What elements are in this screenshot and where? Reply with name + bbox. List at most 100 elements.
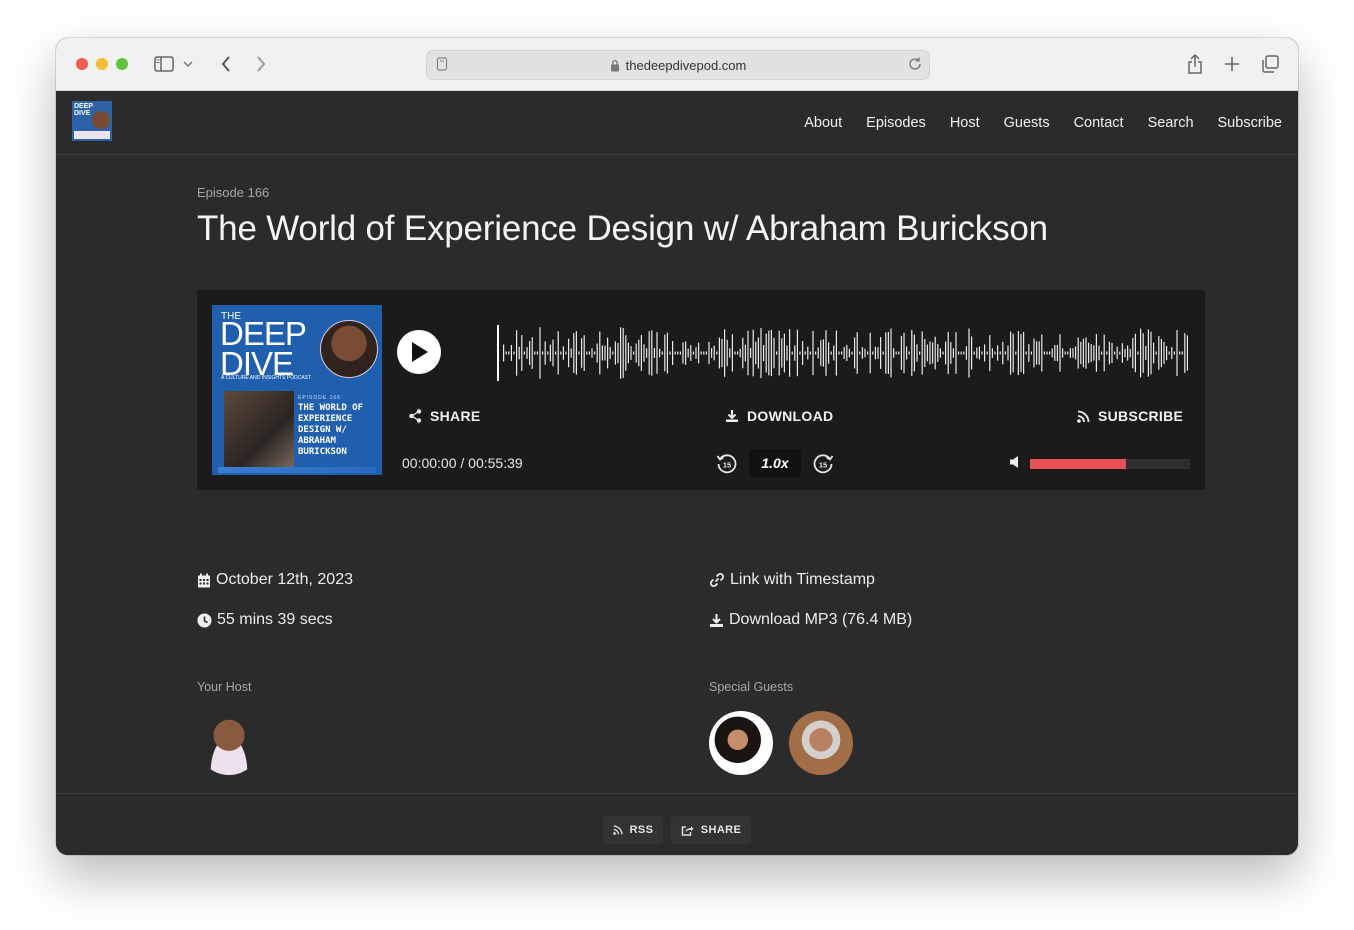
waveform-bar (1036, 341, 1038, 365)
svg-text:15: 15 (723, 461, 731, 470)
playback-speed-button[interactable]: 1.0x (749, 449, 801, 477)
waveform-bar (1012, 333, 1014, 373)
waveform-bar (1077, 337, 1079, 369)
chevron-down-icon[interactable] (180, 52, 196, 76)
download-mp3-link[interactable]: Download MP3 (76.4 MB) (709, 611, 912, 629)
tab-overview-icon[interactable] (1258, 52, 1282, 76)
guest-avatar[interactable] (709, 711, 773, 775)
playhead[interactable] (497, 325, 499, 381)
waveform-bar (932, 342, 934, 364)
rss-icon (1077, 410, 1090, 423)
zoom-window-button[interactable] (116, 58, 128, 70)
waveform-bar (674, 351, 676, 355)
close-window-button[interactable] (76, 58, 88, 70)
waveform-bar (643, 344, 645, 362)
nav-links: About Episodes Host Guests Contact Searc… (780, 91, 1282, 154)
back-icon[interactable] (214, 52, 238, 76)
waveform-bar (921, 331, 923, 375)
waveform-bar (734, 351, 736, 355)
waveform-bar (646, 348, 648, 358)
subscribe-button[interactable]: SUBSCRIBE (1077, 408, 1183, 424)
waveform-bar (851, 351, 853, 355)
play-button[interactable] (397, 330, 441, 374)
rss-button[interactable]: RSS (603, 816, 663, 844)
share-icon[interactable] (1183, 52, 1207, 76)
skip-forward-button[interactable]: 15 (811, 452, 835, 476)
waveform-scrubber[interactable] (497, 325, 1191, 381)
waveform-bar (877, 347, 879, 359)
waveform-bar (1067, 351, 1069, 355)
waveform-bar (1119, 351, 1121, 355)
share-button[interactable]: SHARE (409, 408, 481, 424)
waveform-bar (612, 351, 614, 355)
nav-episodes[interactable]: Episodes (866, 115, 926, 131)
site-logo[interactable]: DEEP DIVE (72, 101, 112, 141)
waveform-bar (739, 348, 741, 358)
waveform-bar (568, 338, 570, 368)
waveform-bar (1121, 343, 1123, 363)
waveform-bar (895, 351, 897, 355)
waveform-bar (1051, 348, 1053, 358)
waveform-bar (757, 337, 759, 369)
waveform-bar (1090, 344, 1092, 362)
nav-host[interactable]: Host (950, 115, 980, 131)
waveform-bar (560, 351, 562, 355)
waveform-bar (934, 336, 936, 370)
guest-avatar[interactable] (789, 711, 853, 775)
waveform-bar (773, 337, 775, 369)
address-bar[interactable]: thedeepdivepod.com (426, 50, 930, 80)
waveform-bar (760, 327, 762, 379)
waveform-bar (562, 346, 564, 360)
cover-host-photo (320, 320, 378, 378)
waveform-bar (1033, 338, 1035, 368)
volume-slider[interactable] (1030, 459, 1190, 469)
waveform-bar (830, 351, 832, 355)
new-tab-icon[interactable] (1220, 52, 1244, 76)
nav-search[interactable]: Search (1148, 115, 1194, 131)
waveform-bar (1132, 337, 1134, 369)
nav-about[interactable]: About (804, 115, 842, 131)
sidebar-toggle-icon[interactable] (152, 52, 176, 76)
waveform-bar (505, 351, 507, 355)
nav-guests[interactable]: Guests (1004, 115, 1050, 131)
rss-icon (612, 825, 623, 835)
waveform-bar (1095, 334, 1097, 372)
waveform-bar (529, 341, 531, 365)
waveform-bar (510, 344, 512, 361)
waveform-bar (620, 327, 622, 379)
waveform-bar (622, 328, 624, 378)
waveform-bar (1150, 331, 1152, 375)
forward-icon[interactable] (249, 52, 273, 76)
share-square-icon (681, 826, 694, 836)
waveform-bar (890, 328, 892, 378)
waveform-bar (729, 348, 731, 358)
volume-icon[interactable] (1009, 455, 1022, 469)
waveform-bar (976, 347, 978, 359)
footer-share-button[interactable]: SHARE (671, 816, 751, 844)
browser-window: thedeepdivepod.com DEEP DIVE About Episod… (56, 38, 1298, 855)
waveform-bar (950, 342, 952, 364)
skip-back-button[interactable]: 15 (715, 452, 739, 476)
link-icon (709, 572, 725, 588)
waveform-bar (573, 333, 575, 373)
waveform-bar (1069, 348, 1071, 358)
reload-icon[interactable] (907, 56, 923, 72)
nav-subscribe[interactable]: Subscribe (1218, 115, 1282, 131)
waveform-bar (991, 348, 993, 358)
download-button[interactable]: DOWNLOAD (725, 408, 833, 424)
site-navbar: DEEP DIVE About Episodes Host Guests Cont… (56, 91, 1298, 155)
waveform-bar (1137, 351, 1139, 355)
waveform-bar (854, 337, 856, 369)
nav-contact[interactable]: Contact (1074, 115, 1124, 131)
waveform-bar (630, 346, 632, 360)
waveform-bar (1147, 329, 1149, 377)
waveform-bar (1020, 334, 1022, 372)
waveform-bar (783, 333, 785, 373)
minimize-window-button[interactable] (96, 58, 108, 70)
waveform-bar (903, 332, 905, 374)
host-avatar[interactable] (197, 711, 261, 775)
link-with-timestamp[interactable]: Link with Timestamp (709, 571, 875, 589)
waveform-bar (1046, 351, 1048, 355)
waveform-bar (971, 336, 973, 370)
waveform-bar (960, 351, 962, 355)
